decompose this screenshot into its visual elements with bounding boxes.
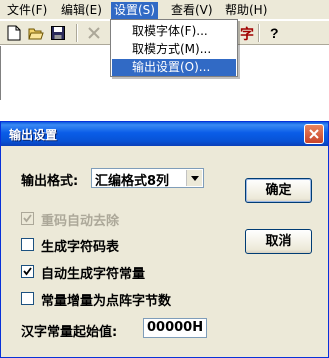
- menu-help[interactable]: 帮助(H): [222, 2, 270, 19]
- menu-settings[interactable]: 设置(S): [111, 2, 158, 19]
- dialog-title: 输出设置: [9, 128, 58, 142]
- close-button[interactable]: [304, 124, 324, 144]
- settings-dropdown-menu: 取模字体(F)... 取模方式(M)... 输出设置(O)...: [110, 19, 238, 77]
- app-window: 文件(F) 编辑(E) 设置(S) 查看(V) 帮助(H) 字 ? 取模字体(F…: [0, 0, 329, 100]
- help-icon[interactable]: ?: [264, 23, 284, 43]
- dedupe-checkbox: [21, 212, 34, 225]
- save-icon[interactable]: [48, 23, 68, 43]
- open-folder-icon[interactable]: [26, 23, 46, 43]
- char-table-checkbox[interactable]: [21, 238, 34, 251]
- menu-item-mode[interactable]: 取模方式(M)...: [112, 41, 236, 58]
- close-icon: [309, 129, 319, 139]
- format-select-value: 汇编格式8列: [95, 174, 170, 189]
- auto-const-checkbox[interactable]: [21, 265, 34, 278]
- menu-item-font[interactable]: 取模字体(F)...: [112, 23, 236, 40]
- increment-checkbox[interactable]: [21, 292, 34, 305]
- svg-text:?: ?: [270, 25, 279, 41]
- start-value-input[interactable]: 00000H: [143, 318, 207, 338]
- auto-const-label[interactable]: 自动生成字符常量: [41, 263, 145, 282]
- checkmark-icon: [23, 214, 32, 223]
- char-table-label[interactable]: 生成字符码表: [41, 236, 119, 255]
- format-select[interactable]: 汇编格式8列: [91, 168, 204, 189]
- ok-button[interactable]: 确定: [245, 178, 312, 203]
- menu-item-output[interactable]: 输出设置(O)...: [112, 59, 236, 76]
- cancel-button[interactable]: 取消: [245, 229, 312, 254]
- checkmark-icon: [23, 267, 32, 276]
- format-label: 输出格式:: [21, 174, 79, 189]
- dialog-titlebar[interactable]: 输出设置: [1, 122, 328, 146]
- menu-edit[interactable]: 编辑(E): [58, 2, 105, 19]
- output-settings-dialog: 输出设置 输出格式: 汇编格式8列 确定 取消 重码自动去除 生成字符码表 自动…: [0, 121, 329, 358]
- increment-label[interactable]: 常量增量为点阵字节数: [41, 290, 171, 309]
- toolbar-glyph-text: 字: [240, 27, 254, 43]
- new-file-icon[interactable]: [4, 23, 24, 43]
- menu-view[interactable]: 查看(V): [168, 2, 216, 19]
- close-x-icon[interactable]: [84, 23, 104, 43]
- start-value-label: 汉字常量起始值:: [21, 325, 118, 340]
- toolbar-separator: [258, 24, 260, 42]
- dropdown-arrow-icon[interactable]: [186, 170, 202, 186]
- menu-file[interactable]: 文件(F): [4, 2, 50, 19]
- toolbar-separator: [76, 24, 78, 42]
- dedupe-label: 重码自动去除: [41, 214, 120, 229]
- menu-bar: 文件(F) 编辑(E) 设置(S) 查看(V) 帮助(H): [0, 0, 329, 20]
